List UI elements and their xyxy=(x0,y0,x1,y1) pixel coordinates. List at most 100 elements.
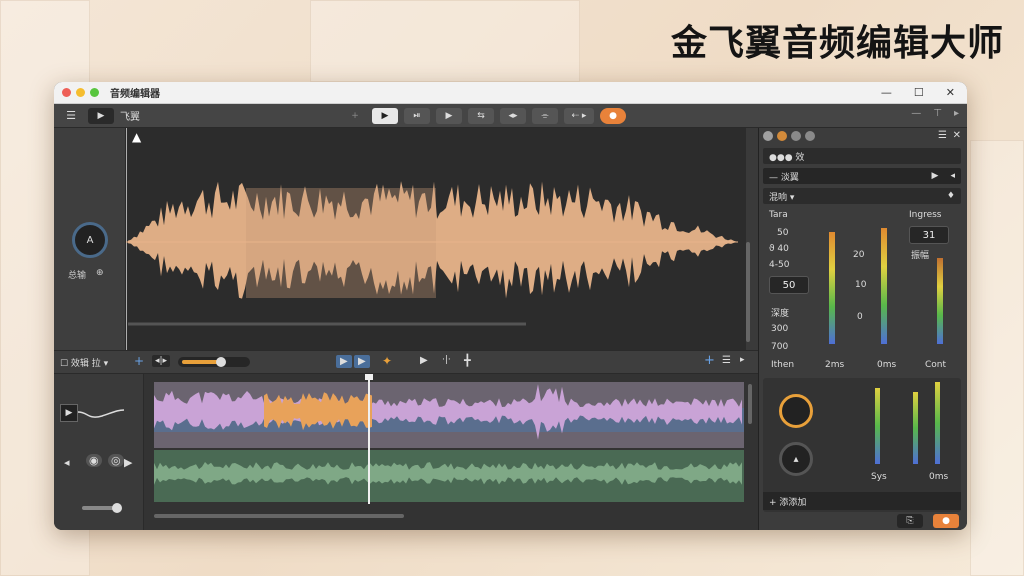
track-next-icon[interactable]: ▶ xyxy=(124,456,132,469)
effects-panel: ☰ ✕ ●●● 效 — 淡翼 ▶ ◂ 混响 ▾ ♦ Tara Ingress 5… xyxy=(758,128,967,530)
volume-slider-handle[interactable] xyxy=(216,357,226,367)
nav-split-icon[interactable]: ·|· xyxy=(442,355,451,365)
track-arm-button[interactable]: ▶ xyxy=(60,404,78,422)
panel-header xyxy=(763,131,815,141)
close-dot[interactable] xyxy=(62,88,71,97)
tracks-vscroll[interactable] xyxy=(748,384,752,424)
fade-tool-button[interactable]: ⇠ ▸ xyxy=(564,108,594,124)
reverb-label: 混响 ▾ xyxy=(769,192,795,203)
zoom-dot[interactable] xyxy=(90,88,99,97)
waveform-scrollbar[interactable] xyxy=(746,242,750,342)
main-toolbar: ☰ ▶ 飞翼 + ▶ ⏯ ▶ ⇆ ◂▸ ⌯ ⇠ ▸ ● — ⊤ ▸ xyxy=(54,104,967,128)
multitrack-view[interactable] xyxy=(144,374,758,530)
background-panel xyxy=(970,140,1024,576)
lower-fx: ▴ Sys 0ms + 添添加 xyxy=(763,378,961,512)
knob-settings-icon[interactable]: ⊕ xyxy=(96,268,104,281)
meter-label: Ithen xyxy=(771,360,795,370)
split-tool-button[interactable]: ◂▸ xyxy=(500,108,526,124)
title-bar: 音频编辑器 — ☐ ✕ xyxy=(54,82,967,104)
toolbar-label: 飞翼 xyxy=(120,112,140,123)
track-controls: ▶ ◂ ◉ ◎ ▶ xyxy=(54,374,144,530)
minimize-dot[interactable] xyxy=(76,88,85,97)
panel-dot[interactable] xyxy=(763,131,773,141)
meter-scale: 0 xyxy=(857,312,863,322)
volume-slider[interactable] xyxy=(178,357,250,367)
lower-meter xyxy=(913,392,918,464)
param-value: 700 xyxy=(771,342,789,352)
tracks-toolbar: ☐ 效辑 拉 ▾ + ◂|▸ ▶ ▶ ✦ ▶ ·|· ╋ + ☰ ▸ xyxy=(54,350,758,374)
panel-menu-icon[interactable]: ☰ xyxy=(938,130,947,141)
knob-caption: 总输 xyxy=(68,271,87,281)
track-waveforms xyxy=(154,374,744,504)
param-value: ϑ 40 xyxy=(769,244,789,254)
toolbar-arrow-icon[interactable]: ▸ xyxy=(954,108,959,119)
copy-button[interactable]: ⎘ xyxy=(897,514,923,528)
param-value: 300 xyxy=(771,324,789,334)
maximize-icon[interactable]: ☐ xyxy=(914,86,924,99)
minimize-icon[interactable]: — xyxy=(881,86,892,99)
param-value: 50 xyxy=(777,228,789,238)
lower-footer[interactable]: + 添添加 xyxy=(763,492,961,510)
waveform-view[interactable]: ▲ xyxy=(126,128,746,350)
track-play-button[interactable]: ▶ xyxy=(336,355,352,368)
param-title-right: Ingress xyxy=(909,210,942,220)
add-track-icon[interactable]: + xyxy=(134,354,144,368)
effect-row-header[interactable]: ●●● 效 xyxy=(763,148,961,164)
panel-dot[interactable] xyxy=(791,131,801,141)
waveform-graphic xyxy=(126,128,738,350)
effect-row-reverb[interactable]: 混响 ▾ ♦ xyxy=(763,188,961,204)
list-icon[interactable]: ☰ xyxy=(722,355,731,366)
add-icon[interactable]: + xyxy=(344,108,366,124)
track-back-icon[interactable]: ◂ xyxy=(64,456,70,469)
record-small-button[interactable]: ● xyxy=(933,514,959,528)
app-headline: 金飞翼音频编辑大师 xyxy=(670,23,1004,64)
split-icon[interactable]: ◂|▸ xyxy=(152,355,171,367)
toolbar-minus-icon[interactable]: — xyxy=(911,108,921,119)
param-value: 4-50 xyxy=(769,260,790,270)
track-filter-checkbox[interactable]: ☐ 效辑 拉 ▾ xyxy=(60,356,108,369)
loop-tool-button[interactable]: ⇆ xyxy=(468,108,494,124)
nav-play-icon[interactable]: ▶ xyxy=(420,355,428,366)
panel-close-icon[interactable]: ✕ xyxy=(953,130,961,141)
level-meter xyxy=(881,228,887,344)
param-input[interactable]: 50 xyxy=(769,276,809,294)
window-title: 音频编辑器 xyxy=(110,89,160,100)
lower-meter xyxy=(935,382,940,464)
preset-play-icon[interactable]: ▶ xyxy=(932,171,939,181)
reverb-icon[interactable]: ♦ xyxy=(947,191,955,201)
pause-tool-button[interactable]: ⏯ xyxy=(404,108,430,124)
level-meter xyxy=(829,232,835,344)
level-meter xyxy=(937,258,943,344)
track-volume-slider[interactable] xyxy=(82,503,122,513)
track-mute-icon[interactable]: ◉ xyxy=(86,454,102,467)
param-value: 深度 xyxy=(771,309,790,319)
lower-label: Sys xyxy=(871,472,887,482)
tracks-scrollbar[interactable] xyxy=(154,514,404,518)
master-knob[interactable]: A xyxy=(72,222,108,258)
play-tool-button[interactable]: ▶ xyxy=(372,108,398,124)
cut-tool-button[interactable]: ⌯ xyxy=(532,108,558,124)
lower-label: 0ms xyxy=(929,472,949,482)
track-solo-icon[interactable]: ◎ xyxy=(108,454,124,467)
lower-knob-orange[interactable] xyxy=(779,394,813,428)
effect-row-preset[interactable]: — 淡翼 ▶ ◂ xyxy=(763,168,961,184)
meter-scale: 10 xyxy=(855,280,867,290)
toolbar-pin-icon[interactable]: ⊤ xyxy=(933,108,942,119)
preset-back-icon[interactable]: ◂ xyxy=(950,171,955,181)
track-play-alt-button[interactable]: ▶ xyxy=(354,355,370,368)
zoom-in-icon[interactable]: + xyxy=(704,353,715,368)
panel-dot[interactable] xyxy=(777,131,787,141)
play-button[interactable]: ▶ xyxy=(88,107,114,124)
fx-icon[interactable]: ✦ xyxy=(382,354,392,368)
forward-tool-button[interactable]: ▶ xyxy=(436,108,462,124)
param-value: 振幅 xyxy=(911,251,930,261)
record-button[interactable]: ● xyxy=(600,108,626,124)
nav-cross-icon[interactable]: ╋ xyxy=(464,354,471,367)
track-volume-handle[interactable] xyxy=(112,503,122,513)
panel-dot[interactable] xyxy=(805,131,815,141)
more-icon[interactable]: ▸ xyxy=(740,355,745,365)
lower-knob[interactable]: ▴ xyxy=(779,442,813,476)
param-input[interactable]: 31 xyxy=(909,226,949,244)
menu-icon[interactable]: ☰ xyxy=(60,108,82,124)
close-icon[interactable]: ✕ xyxy=(946,86,955,99)
